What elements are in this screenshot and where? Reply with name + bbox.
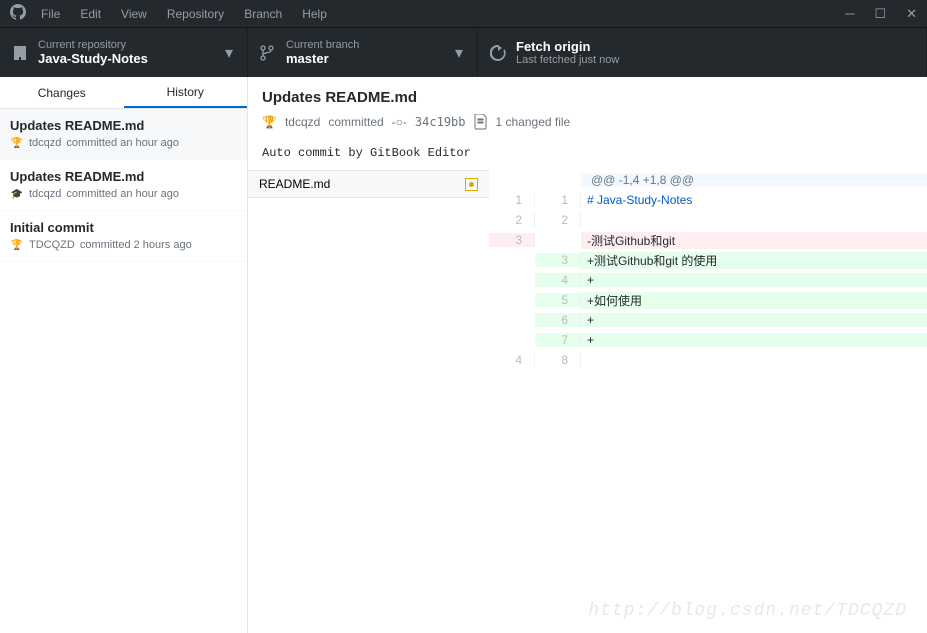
menu-repository[interactable]: Repository xyxy=(167,7,224,21)
diff-line: 5+如何使用 xyxy=(489,290,927,310)
avatar-icon: 🏆 xyxy=(10,136,24,150)
diff-line: 11 # Java-Study-Notes xyxy=(489,190,927,210)
commit-header: Updates README.md 🏆 tdcqzd committed -○-… xyxy=(248,77,927,136)
hunk-header: @@ -1,4 +1,8 @@ xyxy=(581,173,927,187)
titlebar: File Edit View Repository Branch Help ─ … xyxy=(0,0,927,27)
commit-item[interactable]: Initial commit 🏆 TDCQZD committed 2 hour… xyxy=(0,211,247,262)
diff-line: 4+ xyxy=(489,270,927,290)
avatar-icon: 🏆 xyxy=(10,238,24,252)
fetch-status: Last fetched just now xyxy=(516,54,619,66)
commit-title: Updates README.md xyxy=(10,118,237,133)
toolbar: Current repository Java-Study-Notes ▾ Cu… xyxy=(0,27,927,77)
tab-history[interactable]: History xyxy=(124,77,248,108)
menu-help[interactable]: Help xyxy=(302,7,327,21)
commit-title: Updates README.md xyxy=(10,169,237,184)
sha-icon: -○- xyxy=(392,115,407,129)
modified-icon xyxy=(465,178,478,191)
commit-time: committed an hour ago xyxy=(66,188,179,200)
commit-detail-title: Updates README.md xyxy=(262,89,913,106)
commit-title: Initial commit xyxy=(10,220,237,235)
menu-view[interactable]: View xyxy=(121,7,147,21)
fetch-label: Fetch origin xyxy=(516,39,619,54)
diff-line: 7+ xyxy=(489,330,927,350)
commit-message: Auto commit by GitBook Editor xyxy=(248,136,927,170)
chevron-down-icon: ▾ xyxy=(225,43,233,63)
menu-file[interactable]: File xyxy=(41,7,60,21)
diff-line: 6+ xyxy=(489,310,927,330)
file-name: README.md xyxy=(259,177,330,191)
tab-changes[interactable]: Changes xyxy=(0,77,124,108)
sidebar: Changes History Updates README.md 🏆 tdcq… xyxy=(0,77,248,633)
maximize-icon[interactable]: ☐ xyxy=(874,6,886,22)
commit-sha: 34c19bb xyxy=(415,115,466,129)
menu-branch[interactable]: Branch xyxy=(244,7,282,21)
commit-time: committed an hour ago xyxy=(66,137,179,149)
commit-time: committed 2 hours ago xyxy=(80,239,192,251)
sidebar-tabs: Changes History xyxy=(0,77,247,109)
branch-selector[interactable]: Current branch master ▾ xyxy=(248,28,478,77)
branch-name: master xyxy=(286,51,359,66)
diff-hunk: @@ -1,4 +1,8 @@ xyxy=(489,170,927,190)
repo-selector[interactable]: Current repository Java-Study-Notes ▾ xyxy=(0,28,248,77)
chevron-down-icon: ▾ xyxy=(455,43,463,63)
repo-label: Current repository xyxy=(38,39,148,51)
commit-list: Updates README.md 🏆 tdcqzd committed an … xyxy=(0,109,247,262)
commit-item[interactable]: Updates README.md 🏆 tdcqzd committed an … xyxy=(0,109,247,160)
file-row[interactable]: README.md xyxy=(248,170,489,198)
avatar-icon: 🎓 xyxy=(10,187,24,201)
commit-action: committed xyxy=(328,115,383,129)
avatar-icon: 🏆 xyxy=(262,115,277,129)
commit-author: tdcqzd xyxy=(29,188,61,200)
commit-item[interactable]: Updates README.md 🎓 tdcqzd committed an … xyxy=(0,160,247,211)
window-controls: ─ ☐ ✕ xyxy=(845,6,917,22)
diff-view: @@ -1,4 +1,8 @@ 11 # Java-Study-Notes223… xyxy=(489,170,927,370)
repo-name: Java-Study-Notes xyxy=(38,51,148,66)
commit-author: tdcqzd xyxy=(29,137,61,149)
branch-label: Current branch xyxy=(286,39,359,51)
diff-icon xyxy=(474,114,488,130)
fetch-button[interactable]: Fetch origin Last fetched just now xyxy=(478,28,927,77)
minimize-icon[interactable]: ─ xyxy=(845,6,854,22)
diff-line: 22 xyxy=(489,210,927,230)
content: Updates README.md 🏆 tdcqzd committed -○-… xyxy=(248,77,927,633)
diff-line: 3-测试Github和git xyxy=(489,230,927,250)
main: Changes History Updates README.md 🏆 tdcq… xyxy=(0,77,927,633)
changed-files: 1 changed file xyxy=(496,115,571,129)
close-icon[interactable]: ✕ xyxy=(906,6,917,22)
github-logo-icon xyxy=(10,4,26,23)
diff-line: 3+测试Github和git 的使用 xyxy=(489,250,927,270)
menu-edit[interactable]: Edit xyxy=(80,7,101,21)
commit-author: TDCQZD xyxy=(29,239,75,251)
diff-line: 48 xyxy=(489,350,927,370)
commit-author: tdcqzd xyxy=(285,115,320,129)
watermark: http://blog.csdn.net/TDCQZD xyxy=(588,601,907,621)
